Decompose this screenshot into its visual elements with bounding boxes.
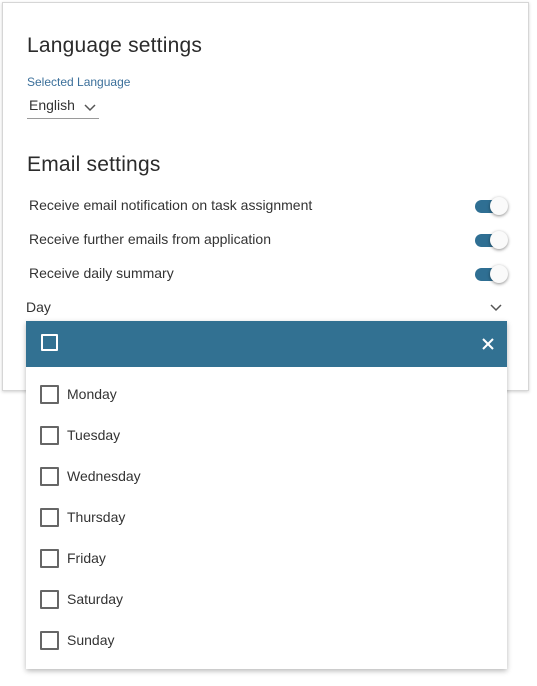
dropdown-option-friday[interactable]: Friday: [26, 539, 507, 577]
option-label: Thursday: [67, 509, 126, 525]
select-all-checkbox[interactable]: [41, 334, 58, 351]
day-dropdown-panel: Monday Tuesday Wednesday Thursday Friday…: [26, 321, 507, 669]
task-assignment-toggle[interactable]: [475, 197, 509, 215]
selected-language-label: Selected Language: [27, 75, 131, 89]
toggle-knob: [490, 231, 508, 249]
option-label: Tuesday: [67, 427, 121, 443]
toggle-label: Receive email notification on task assig…: [29, 197, 313, 213]
toggle-knob: [490, 265, 508, 283]
option-checkbox[interactable]: [40, 385, 59, 404]
option-label: Wednesday: [67, 468, 141, 484]
chevron-down-icon: [490, 304, 502, 312]
daily-summary-toggle[interactable]: [475, 265, 509, 283]
dropdown-option-wednesday[interactable]: Wednesday: [26, 457, 507, 495]
toggle-row-task-assignment: Receive email notification on task assig…: [29, 195, 509, 217]
language-select[interactable]: English: [27, 95, 99, 119]
email-settings-title: Email settings: [27, 153, 161, 176]
dropdown-option-thursday[interactable]: Thursday: [26, 498, 507, 536]
option-label: Monday: [67, 386, 117, 402]
toggle-row-daily-summary: Receive daily summary: [29, 263, 509, 285]
language-settings-title: Language settings: [27, 34, 203, 57]
dropdown-option-sunday[interactable]: Sunday: [26, 621, 507, 659]
option-checkbox[interactable]: [40, 549, 59, 568]
day-select[interactable]: Day: [26, 296, 506, 322]
option-checkbox[interactable]: [40, 467, 59, 486]
dropdown-header: [26, 321, 507, 367]
option-label: Saturday: [67, 591, 124, 607]
option-checkbox[interactable]: [40, 426, 59, 445]
dropdown-option-tuesday[interactable]: Tuesday: [26, 416, 507, 454]
dropdown-option-monday[interactable]: Monday: [26, 375, 507, 413]
dropdown-option-saturday[interactable]: Saturday: [26, 580, 507, 618]
toggle-knob: [490, 197, 508, 215]
toggle-label: Receive daily summary: [29, 265, 174, 281]
day-select-value: Day: [26, 299, 51, 315]
toggle-label: Receive further emails from application: [29, 231, 271, 247]
option-checkbox[interactable]: [40, 631, 59, 650]
option-checkbox[interactable]: [40, 508, 59, 527]
close-icon[interactable]: [479, 335, 497, 353]
option-label: Friday: [67, 550, 106, 566]
language-select-value: English: [29, 97, 75, 113]
toggle-row-further-emails: Receive further emails from application: [29, 229, 509, 251]
chevron-down-icon: [84, 104, 96, 112]
option-checkbox[interactable]: [40, 590, 59, 609]
further-emails-toggle[interactable]: [475, 231, 509, 249]
option-label: Sunday: [67, 632, 115, 648]
